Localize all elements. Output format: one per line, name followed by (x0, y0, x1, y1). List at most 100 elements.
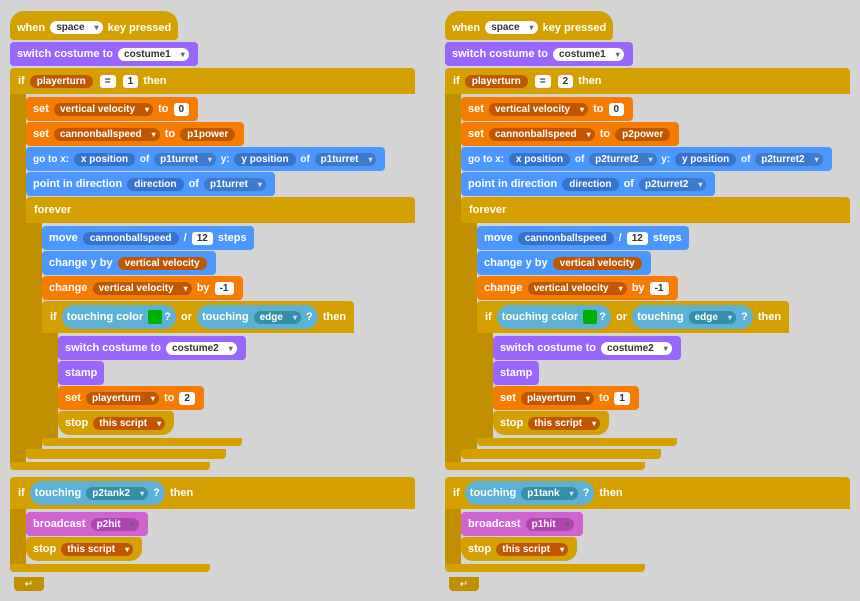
right-vv-dropdown[interactable]: vertical velocity (489, 103, 588, 116)
left-direction-rep: direction (127, 178, 183, 191)
left-vv3-dropdown[interactable]: vertical velocity (93, 282, 192, 295)
left-when-label: when (17, 22, 45, 34)
right-pt-dropdown[interactable]: playerturn (521, 392, 594, 405)
right-changey-block[interactable]: change y by vertical velocity (477, 251, 651, 275)
right-when-label: when (452, 22, 480, 34)
right-set-pt-block[interactable]: set playerturn to 1 (493, 386, 639, 410)
right-key-dropdown[interactable]: space (485, 21, 537, 34)
right-switch-costume-block[interactable]: switch costume to costume1 (445, 42, 633, 66)
left-zero-input[interactable]: 0 (174, 103, 190, 116)
left-if-block[interactable]: if playerturn = 1 then set vertical velo… (10, 68, 415, 470)
right-edge-dropdown[interactable]: edge (689, 311, 736, 324)
left-p2tank-dropdown[interactable]: p2tank2 (86, 487, 148, 500)
left-bottom-arrow: ↵ (14, 577, 44, 591)
left-equals-sign: = (100, 75, 116, 88)
left-p1turret-dropdown[interactable]: p1turret (154, 153, 216, 166)
right-broadcast-block[interactable]: broadcast p1hit (461, 512, 583, 536)
left-player1-val[interactable]: 1 (123, 75, 139, 88)
left-vv2-rep: vertical velocity (118, 257, 207, 270)
left-p1power-rep: p1power (180, 128, 235, 141)
left-hat-block[interactable]: when space key pressed (10, 11, 178, 40)
left-if2-block[interactable]: if touching color ? or t (42, 301, 354, 446)
right-move-block[interactable]: move cannonballspeed / 12 steps (477, 226, 689, 250)
right-stamp-block[interactable]: stamp (493, 361, 539, 385)
right-player2-val[interactable]: 2 (558, 75, 574, 88)
left-pt-dropdown[interactable]: playerturn (86, 392, 159, 405)
right-neg1-input[interactable]: -1 (650, 282, 669, 295)
left-twelve-input[interactable]: 12 (192, 232, 213, 245)
right-direction-rep: direction (562, 178, 618, 191)
right-cbs-rep: cannonballspeed (518, 232, 614, 245)
right-twelve-input[interactable]: 12 (627, 232, 648, 245)
right-xpos-rep: x position (509, 153, 570, 166)
right-hat-block[interactable]: when space key pressed (445, 11, 613, 40)
right-forever-block[interactable]: forever move cannonballspeed / 12 (461, 197, 850, 459)
right-stop-block[interactable]: stop this script (493, 411, 609, 435)
left-stop2-dropdown[interactable]: this script (61, 543, 133, 556)
right-change-vv-block[interactable]: change vertical velocity by -1 (477, 276, 678, 300)
left-costume1-dropdown[interactable]: costume1 (118, 48, 189, 61)
right-point-block[interactable]: point in direction direction of p2turret… (461, 172, 715, 196)
left-pt-val[interactable]: 2 (179, 392, 195, 405)
left-broadcast-block[interactable]: broadcast p2hit (26, 512, 148, 536)
right-stop-dropdown[interactable]: this script (528, 417, 600, 430)
left-set-pt-block[interactable]: set playerturn to 2 (58, 386, 204, 410)
left-switch-costume-block[interactable]: switch costume to costume1 (10, 42, 198, 66)
right-goto-block[interactable]: go to x: x position of p2turret2 y: y po… (461, 147, 832, 171)
left-p2hit-dropdown[interactable]: p2hit (91, 518, 139, 531)
right-bottom-arrow: ↵ (449, 577, 479, 591)
left-vv-dropdown[interactable]: vertical velocity (54, 103, 153, 116)
right-ypos-rep: y position (675, 153, 736, 166)
left-cbs-dropdown[interactable]: cannonballspeed (54, 128, 160, 141)
left-stamp-block[interactable]: stamp (58, 361, 104, 385)
right-pt-val[interactable]: 1 (614, 392, 630, 405)
right-set-cbs-block[interactable]: set cannonballspeed to p2power (461, 122, 679, 146)
left-move-block[interactable]: move cannonballspeed / 12 steps (42, 226, 254, 250)
left-forever-block[interactable]: forever move cannonballspeed / 12 (26, 197, 415, 459)
right-zero-input[interactable]: 0 (609, 103, 625, 116)
right-if-block[interactable]: if playerturn = 2 then set vertical velo… (445, 68, 850, 470)
right-cbs-dropdown[interactable]: cannonballspeed (489, 128, 595, 141)
right-equals-sign: = (535, 75, 551, 88)
left-cbs-rep: cannonballspeed (83, 232, 179, 245)
right-vv3-dropdown[interactable]: vertical velocity (528, 282, 627, 295)
left-set-vv-block[interactable]: set vertical velocity to 0 (26, 97, 198, 121)
left-switch-costume2-block[interactable]: switch costume to costume2 (58, 336, 246, 360)
right-if3-block[interactable]: if touching p1tank ? then broadcast p1hi… (445, 477, 850, 572)
right-stop2-block[interactable]: stop this script (461, 537, 577, 561)
right-p2turret-dropdown[interactable]: p2turret2 (589, 153, 656, 166)
right-costume2-dropdown[interactable]: costume2 (601, 342, 672, 355)
right-if2-block[interactable]: if touching color ? or t (477, 301, 789, 446)
right-keypressed-label: key pressed (543, 22, 607, 34)
left-ypos-rep: y position (234, 153, 295, 166)
right-vv2-rep: vertical velocity (553, 257, 642, 270)
right-switch-costume2-block[interactable]: switch costume to costume2 (493, 336, 681, 360)
right-green-swatch (583, 310, 597, 324)
left-green-swatch (148, 310, 162, 324)
right-p1hit-dropdown[interactable]: p1hit (526, 518, 574, 531)
left-stop-dropdown[interactable]: this script (93, 417, 165, 430)
right-p2turret2-dropdown[interactable]: p2turret2 (755, 153, 822, 166)
left-xpos-rep: x position (74, 153, 135, 166)
left-point-block[interactable]: point in direction direction of p1turret (26, 172, 275, 196)
left-edge-dropdown[interactable]: edge (254, 311, 301, 324)
left-neg1-input[interactable]: -1 (215, 282, 234, 295)
right-playerturn-reporter: playerturn (465, 75, 528, 88)
right-p1tank-dropdown[interactable]: p1tank (521, 487, 577, 500)
right-script: when space key pressed switch costume to… (445, 10, 850, 591)
left-change-vv-block[interactable]: change vertical velocity by -1 (42, 276, 243, 300)
left-set-cbs-block[interactable]: set cannonballspeed to p1power (26, 122, 244, 146)
left-goto-block[interactable]: go to x: x position of p1turret y: y pos… (26, 147, 385, 171)
left-stop2-block[interactable]: stop this script (26, 537, 142, 561)
left-stop-block[interactable]: stop this script (58, 411, 174, 435)
left-p1turret3-dropdown[interactable]: p1turret (204, 178, 266, 191)
right-set-vv-block[interactable]: set vertical velocity to 0 (461, 97, 633, 121)
left-changey-block[interactable]: change y by vertical velocity (42, 251, 216, 275)
left-costume2-dropdown[interactable]: costume2 (166, 342, 237, 355)
left-p1turret2-dropdown[interactable]: p1turret (315, 153, 377, 166)
left-if3-block[interactable]: if touching p2tank2 ? then broadcast p2h… (10, 477, 415, 572)
right-p2turret3-dropdown[interactable]: p2turret2 (639, 178, 706, 191)
right-costume1-dropdown[interactable]: costume1 (553, 48, 624, 61)
left-key-dropdown[interactable]: space (50, 21, 102, 34)
right-stop2-dropdown[interactable]: this script (496, 543, 568, 556)
